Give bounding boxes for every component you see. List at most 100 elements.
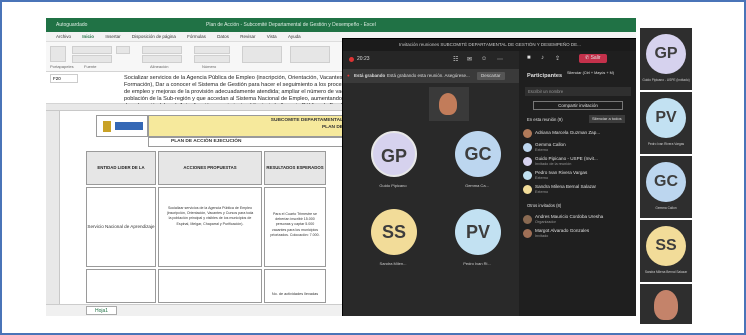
member-row[interactable]: Adriana Marcela Guzman Zap...: [519, 127, 636, 141]
header-resultados: RESULTADOS ESPERADOS: [264, 151, 326, 185]
recording-icon: ●: [347, 73, 350, 78]
menu-inicio[interactable]: Inicio: [82, 32, 94, 42]
excel-title-bar: Autoguardado Plan de Acción - Subcomité …: [46, 18, 636, 32]
share-invite-button[interactable]: Compartir invitación: [533, 101, 623, 110]
header-entidad: ENTIDAD LIDER DE LA TEMÁTICA: [86, 151, 156, 185]
participant-tile[interactable]: SS Sandra Milen...: [353, 203, 433, 283]
member-row[interactable]: Pedro Ivan Rivera Vargas Externo: [519, 169, 636, 183]
menu-archivo[interactable]: Archivo: [56, 32, 71, 42]
mute-all-button[interactable]: Silenciar a todos: [589, 115, 625, 123]
cells-buttons[interactable]: [290, 46, 330, 63]
ribbon-group-number: Número: [202, 64, 217, 69]
logo-cell: [96, 115, 148, 137]
subcomite-title: SUBCOMITE DEPARTAMENTAL: [270, 118, 343, 123]
avatar: SS: [646, 226, 686, 266]
video-stage: GP Guido Pipicano GC Gemma Ca... SS Sand…: [343, 83, 519, 316]
sheet-tab[interactable]: Hoja1: [86, 306, 118, 315]
more-icon[interactable]: ⋯: [497, 56, 503, 63]
recording-banner: ● Está grabando Está grabando esta reuni…: [343, 69, 519, 83]
autosave-toggle[interactable]: Autoguardado: [56, 18, 87, 32]
cell-entity[interactable]: Servicio Nacional de Aprendizaje: [86, 187, 156, 267]
gallery-tile[interactable]: GC Gemma Callon: [640, 156, 692, 218]
cell-last-row[interactable]: No. de actividades llevadas: [264, 269, 326, 303]
panel-title: Participantes: [527, 73, 563, 79]
header-acciones: ACCIONES PROPUESTAS: [158, 151, 262, 185]
member-role: Externo: [535, 148, 549, 152]
font-select[interactable]: [72, 46, 112, 54]
member-role: Externo: [535, 190, 549, 194]
others-invited-label[interactable]: Otros invitados (8): [527, 203, 561, 208]
paste-button[interactable]: [50, 46, 66, 62]
cell-result[interactable]: Para el Cuarto Trimestre se deberían ins…: [264, 187, 326, 267]
participant-name: Sandra Milen...: [379, 261, 407, 266]
reactions-icon[interactable]: ☺: [481, 56, 487, 62]
ribbon-group-alignment: Alineación: [150, 64, 169, 69]
teams-meeting-window: Invitación reuniones SUBCOMITÉ DEPARTAME…: [342, 38, 636, 316]
number-format-buttons[interactable]: [194, 55, 230, 63]
in-meeting-label[interactable]: En esta reunión (9): [527, 117, 563, 122]
member-row[interactable]: Sandra Milena Bernal Salazar Externo: [519, 183, 636, 197]
video-gallery-column: GP Guido Pipicano - USPE (Invitado) PV P…: [638, 28, 696, 326]
member-name: Guido Pipicano - USPE (Invit...: [535, 156, 598, 161]
leave-button-label: Salir: [590, 55, 601, 61]
font-format-buttons[interactable]: [72, 55, 112, 63]
participant-tile[interactable]: GP Guido Pipicano: [353, 125, 433, 205]
teams-window-title: Invitación reuniones SUBCOMITÉ DEPARTAME…: [343, 39, 636, 51]
font-size-select[interactable]: [116, 46, 130, 54]
dismiss-button[interactable]: Descartar: [477, 72, 505, 80]
self-video-person: [439, 93, 457, 115]
member-avatar: [523, 171, 532, 180]
member-name: Pedro Ivan Rivera Vargas: [535, 170, 588, 175]
participant-tile[interactable]: GC Gemma Ca...: [437, 125, 517, 205]
government-logo: [115, 122, 143, 130]
avatar: GP: [646, 34, 686, 74]
video-person: [654, 290, 678, 320]
self-video-tile: [429, 87, 469, 121]
mic-icon[interactable]: ♪: [541, 55, 544, 61]
name-box[interactable]: F20: [50, 74, 78, 83]
align-buttons[interactable]: [142, 46, 182, 54]
merge-buttons[interactable]: [142, 55, 182, 63]
menu-formulas[interactable]: Fórmulas: [187, 32, 206, 42]
menu-disposicion[interactable]: Disposición de página: [132, 32, 176, 42]
gallery-tile[interactable]: PV Pedro Ivan Rivera Vargas: [640, 92, 692, 154]
member-name: Sandra Milena Bernal Salazar: [535, 184, 597, 189]
camera-icon[interactable]: ■: [527, 55, 531, 61]
share-icon[interactable]: ⇪: [555, 55, 560, 62]
avatar: PV: [646, 98, 686, 138]
shared-screen: Autoguardado Plan de Acción - Subcomité …: [46, 18, 636, 316]
member-row[interactable]: Gemma Callon Externo: [519, 141, 636, 155]
gallery-tile-video[interactable]: [640, 284, 692, 324]
gallery-tile[interactable]: GP Guido Pipicano - USPE (Invitado): [640, 28, 692, 90]
cell-empty-action[interactable]: [158, 269, 262, 303]
cell-empty-entity[interactable]: [86, 269, 156, 303]
teams-control-bar: 20:23 ☷ ✉ ☺ ⋯: [343, 51, 519, 69]
recording-dot-icon: [349, 57, 354, 62]
participants-icon[interactable]: ☷: [453, 56, 458, 63]
chat-icon[interactable]: ✉: [467, 56, 472, 63]
menu-datos[interactable]: Datos: [217, 32, 229, 42]
recording-message: Está grabando esta reunión. Asegúrese...: [387, 73, 470, 78]
recording-label: Está grabando: [354, 73, 386, 78]
participant-tile[interactable]: PV Pedro Ivan Ri...: [437, 203, 517, 283]
member-row[interactable]: Andres Mauricio Cordoba Uresha Organizad…: [519, 213, 636, 227]
leave-button[interactable]: ✆ Salir: [579, 54, 607, 63]
member-list: Adriana Marcela Guzman Zap... Gemma Call…: [519, 127, 636, 316]
menu-revisar[interactable]: Revisar: [240, 32, 255, 42]
menu-vista[interactable]: Vista: [267, 32, 277, 42]
participant-search-input[interactable]: Escribir un nombre: [525, 87, 631, 96]
member-avatar: [523, 215, 532, 224]
styles-buttons[interactable]: [242, 46, 282, 63]
member-name: Adriana Marcela Guzman Zap...: [535, 130, 601, 135]
number-format-select[interactable]: [194, 46, 230, 54]
menu-insertar[interactable]: Insertar: [105, 32, 120, 42]
gallery-tile[interactable]: SS Sandra Milena Bernal Salazar: [640, 220, 692, 282]
gallery-name: Gemma Callon: [655, 206, 677, 210]
participant-name: Pedro Ivan Ri...: [463, 261, 491, 266]
participant-name: Guido Pipicano: [379, 183, 407, 188]
menu-ayuda[interactable]: Ayuda: [288, 32, 301, 42]
cell-action[interactable]: Socializar servicios de la Agencia Públi…: [158, 187, 262, 267]
member-row[interactable]: Margot Alvarado Gonzales Invitado: [519, 227, 636, 241]
member-row[interactable]: Guido Pipicano - USPE (Invit... Invitado…: [519, 155, 636, 169]
participant-name: Gemma Ca...: [465, 183, 489, 188]
